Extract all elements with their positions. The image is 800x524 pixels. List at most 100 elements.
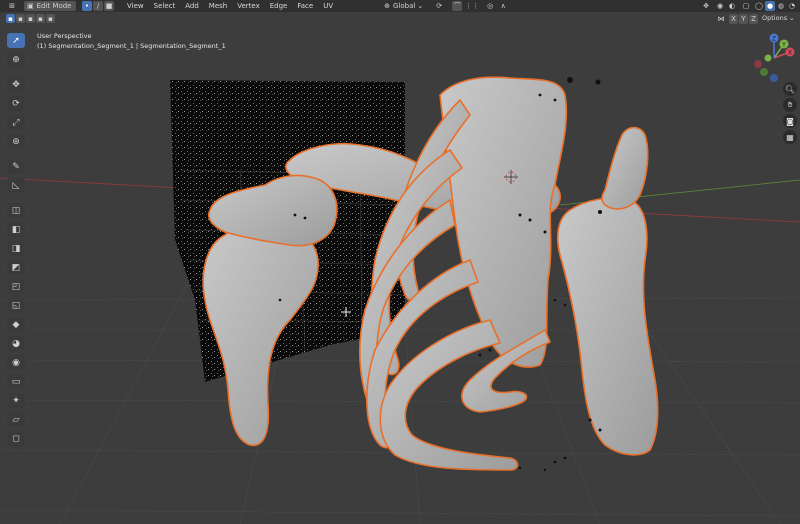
loop-cut-tool[interactable]: ◰	[7, 279, 25, 294]
edge-select-button[interactable]: /	[93, 1, 103, 11]
editor-type-button[interactable]: ⊞	[3, 1, 21, 11]
snap-target-button[interactable]: ⋮⋮	[463, 1, 481, 11]
shrink-fatten-icon: ✦	[12, 395, 20, 406]
zoom-icon: 🔍︎	[784, 84, 796, 94]
axis-x-label: X	[731, 14, 736, 23]
shading-solid[interactable]: ●	[765, 1, 775, 11]
pan-button[interactable]: ✋︎	[783, 98, 797, 112]
menu-view[interactable]: View	[122, 0, 149, 12]
edit-mode-icon: ▣	[27, 2, 34, 10]
shrink-fatten-tool[interactable]: ✦	[7, 393, 25, 408]
vertex-select-button[interactable]: •	[82, 1, 92, 11]
viewport-header: ⊞ ▣ Edit Mode • / ■ View Select Add Mesh…	[0, 0, 800, 12]
zoom-button[interactable]: 🔍︎	[783, 82, 797, 96]
move-tool[interactable]: ✥	[7, 77, 25, 92]
chevron-down-icon: ⌄	[417, 2, 424, 10]
rendered-icon: ◔	[788, 2, 796, 10]
gizmo-neg-y[interactable]	[760, 68, 768, 76]
shading-material[interactable]: ◍	[776, 1, 786, 11]
menu-select[interactable]: Select	[149, 0, 181, 12]
options-dropdown[interactable]: Options ⌄	[762, 14, 795, 22]
select-extend-icon: ▪	[18, 14, 23, 23]
poly-build-icon: ◆	[12, 319, 20, 330]
gizmo-neg-x[interactable]	[754, 60, 762, 68]
mode-dropdown[interactable]: ▣ Edit Mode	[24, 1, 76, 11]
cursor-tool[interactable]: ⊕	[7, 52, 25, 67]
spin-tool[interactable]: ◕	[7, 336, 25, 351]
menu-mesh[interactable]: Mesh	[204, 0, 232, 12]
mirror-z-button[interactable]: Z	[749, 13, 758, 24]
menu-vertex[interactable]: Vertex	[232, 0, 265, 12]
camera-button[interactable]: ◙	[783, 114, 797, 128]
select-mode-intersect[interactable]: ▪	[46, 14, 55, 23]
mirror-x-button[interactable]: X	[729, 13, 738, 24]
gizmo-icon: ✥	[703, 2, 709, 10]
shading-wireframe[interactable]: ◯	[754, 1, 764, 11]
orientation-icon: ⊕	[384, 2, 391, 10]
snap-toggle[interactable]: ⌒	[452, 1, 463, 11]
select-mode-set[interactable]: ▪	[6, 14, 15, 23]
mode-label: Edit Mode	[36, 2, 72, 10]
menu-uv[interactable]: UV	[318, 0, 338, 12]
object-info: (1) Segmentation_Segment_1 | Segmentatio…	[37, 42, 226, 50]
smooth-tool[interactable]: ◉	[7, 355, 25, 370]
annotate-tool[interactable]: ✎	[7, 159, 25, 174]
move-icon: ✥	[12, 79, 20, 90]
edge-select-icon: /	[96, 2, 100, 10]
proportional-edit-button[interactable]: ◎	[485, 1, 495, 11]
perspective-toggle[interactable]: ▦	[783, 130, 797, 144]
butterfly-icon: ⋈	[717, 14, 725, 23]
add-cube-tool[interactable]: ◫	[7, 203, 25, 218]
options-label: Options	[762, 14, 788, 22]
extrude-tool[interactable]: ◧	[7, 222, 25, 237]
select-mode-extend[interactable]: ▪	[16, 14, 25, 23]
falloff-button[interactable]: ∧	[497, 1, 509, 11]
gizmo-toggle[interactable]: ✥	[699, 1, 713, 11]
rotate-tool[interactable]: ⟳	[7, 96, 25, 111]
scale-tool[interactable]: ⤢	[7, 115, 25, 130]
mirror-y-button[interactable]: Y	[739, 13, 748, 24]
select-mode-invert[interactable]: ▪	[36, 14, 45, 23]
gizmo-neg-z[interactable]	[770, 74, 778, 82]
overlay-toggle[interactable]: ◐	[727, 1, 737, 11]
visibility-button[interactable]: ◉	[715, 1, 725, 11]
navigation-gizmo[interactable]: X Y Z	[748, 32, 800, 84]
menu-face[interactable]: Face	[292, 0, 318, 12]
wireframe-icon: ◯	[755, 2, 763, 10]
shading-rendered[interactable]: ◔	[787, 1, 797, 11]
transform-orientation-dropdown[interactable]: ⊕ Global ⌄	[381, 1, 426, 11]
select-box-tool[interactable]: ➚	[7, 33, 25, 48]
xray-icon: ▢	[742, 2, 750, 10]
rip-tool[interactable]: ◻	[7, 431, 25, 446]
falloff-icon: ∧	[500, 2, 506, 10]
pivot-point-button[interactable]: ⟳	[430, 1, 448, 11]
grid-icon: ▦	[786, 132, 794, 142]
bevel-tool[interactable]: ◩	[7, 260, 25, 275]
select-mode-subtract[interactable]: ▪	[26, 14, 35, 23]
menu-add[interactable]: Add	[180, 0, 204, 12]
edge-slide-icon: ▭	[11, 376, 21, 387]
face-select-icon: ■	[105, 2, 113, 10]
orientation-label: Global	[393, 2, 416, 10]
xray-toggle[interactable]: ▢	[741, 1, 751, 11]
edge-slide-tool[interactable]: ▭	[7, 374, 25, 389]
eye-icon: ◉	[716, 2, 724, 10]
gizmo-y-label: Y	[781, 42, 786, 49]
right-scapula-bone[interactable]	[556, 197, 659, 456]
shear-tool[interactable]: ▱	[7, 412, 25, 427]
menu-edge[interactable]: Edge	[265, 0, 293, 12]
poly-build-tool[interactable]: ◆	[7, 317, 25, 332]
measure-tool[interactable]: ◺	[7, 178, 25, 193]
select-intersect-icon: ▪	[48, 14, 53, 23]
gizmo-y-small[interactable]	[764, 54, 772, 62]
editor-type-icon: ⊞	[9, 2, 15, 10]
smooth-icon: ◉	[12, 357, 20, 368]
transform-tool[interactable]: ⊛	[7, 134, 25, 149]
mirror-icon-button[interactable]: ⋈	[716, 14, 726, 24]
knife-tool[interactable]: ◱	[7, 298, 25, 313]
face-select-button[interactable]: ■	[104, 1, 114, 11]
vertex-select-icon: •	[84, 2, 90, 10]
viewport-3d[interactable]	[0, 25, 800, 524]
measure-icon: ◺	[12, 180, 20, 191]
inset-tool[interactable]: ◨	[7, 241, 25, 256]
